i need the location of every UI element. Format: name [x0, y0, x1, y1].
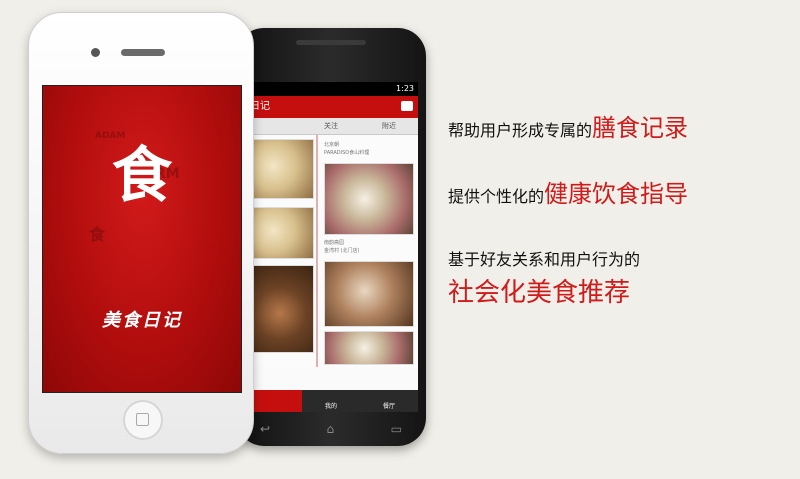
back-icon[interactable]: ↩ — [260, 422, 270, 436]
android-speaker — [296, 40, 366, 45]
home-button[interactable] — [123, 400, 163, 440]
post-caption: 南韵斋园 — [324, 240, 345, 246]
feature-prefix: 帮助用户形成专属的 — [448, 121, 593, 140]
tab-nearby[interactable]: 附近 — [360, 118, 418, 134]
feed-screen: 1:23 日记 关注 附近 北京朝 PARADISO食山料理 南韵斋园 金湾村 … — [244, 82, 418, 412]
home-icon[interactable]: ⌂ — [327, 422, 335, 436]
earpiece-speaker — [121, 49, 165, 56]
timeline-feed: 北京朝 PARADISO食山料理 南韵斋园 金湾村 (北门店) — [244, 135, 418, 367]
feature-highlight: 社会化美食推荐 — [448, 278, 631, 308]
food-photo[interactable] — [246, 207, 314, 259]
timeline-line — [316, 135, 318, 367]
nav-mine-label: 我的 — [324, 403, 337, 410]
android-nav-keys: ↩ ⌂ ▭ — [260, 422, 402, 436]
food-photo[interactable] — [324, 331, 414, 365]
cloud-word: 食 — [89, 225, 106, 244]
front-camera — [91, 48, 100, 57]
tab-following[interactable]: 关注 — [302, 118, 360, 134]
feature-highlight: 膳食记录 — [592, 114, 689, 142]
app-header: 日记 — [244, 96, 418, 118]
feature-line-4: 社会化美食推荐 — [448, 272, 630, 309]
recent-apps-icon[interactable]: ▭ — [391, 422, 402, 436]
status-bar: 1:23 — [244, 82, 418, 96]
bottom-nav: 我的 餐厅 — [244, 390, 418, 412]
post-caption: 北京朝 — [324, 142, 340, 148]
food-photo[interactable] — [246, 265, 314, 353]
nav-mine[interactable]: 我的 — [302, 390, 360, 412]
status-time: 1:23 — [396, 84, 414, 93]
post-caption: 金湾村 (北门店) — [324, 248, 360, 254]
food-photo[interactable] — [324, 163, 414, 235]
food-photo[interactable] — [324, 261, 414, 327]
app-logo: 食 — [112, 141, 172, 211]
feature-line-1: 帮助用户形成专属的膳食记录 — [448, 108, 688, 143]
android-device: 1:23 日记 关注 附近 北京朝 PARADISO食山料理 南韵斋园 金湾村 … — [236, 28, 426, 446]
feature-highlight: 健康饮食指导 — [544, 180, 689, 208]
splash-screen: RM 食 ADAM 食 美食日记 — [42, 85, 242, 393]
feature-prefix: 提供个性化的 — [448, 187, 545, 206]
feature-line-3: 基于好友关系和用户行为的 — [448, 246, 640, 270]
nav-restaurant[interactable]: 餐厅 — [360, 390, 418, 412]
post-caption: PARADISO食山料理 — [324, 150, 370, 156]
feature-prefix: 基于好友关系和用户行为的 — [448, 250, 641, 269]
camera-icon[interactable] — [401, 101, 413, 111]
feature-line-2: 提供个性化的健康饮食指导 — [448, 174, 688, 209]
food-photo[interactable] — [246, 139, 314, 199]
nav-restaurant-label: 餐厅 — [382, 403, 395, 410]
tab-bar: 关注 附近 — [244, 118, 418, 135]
app-title: 美食日记 — [102, 310, 182, 331]
cloud-word: ADAM — [95, 131, 126, 141]
iphone-device: RM 食 ADAM 食 美食日记 — [28, 12, 254, 454]
